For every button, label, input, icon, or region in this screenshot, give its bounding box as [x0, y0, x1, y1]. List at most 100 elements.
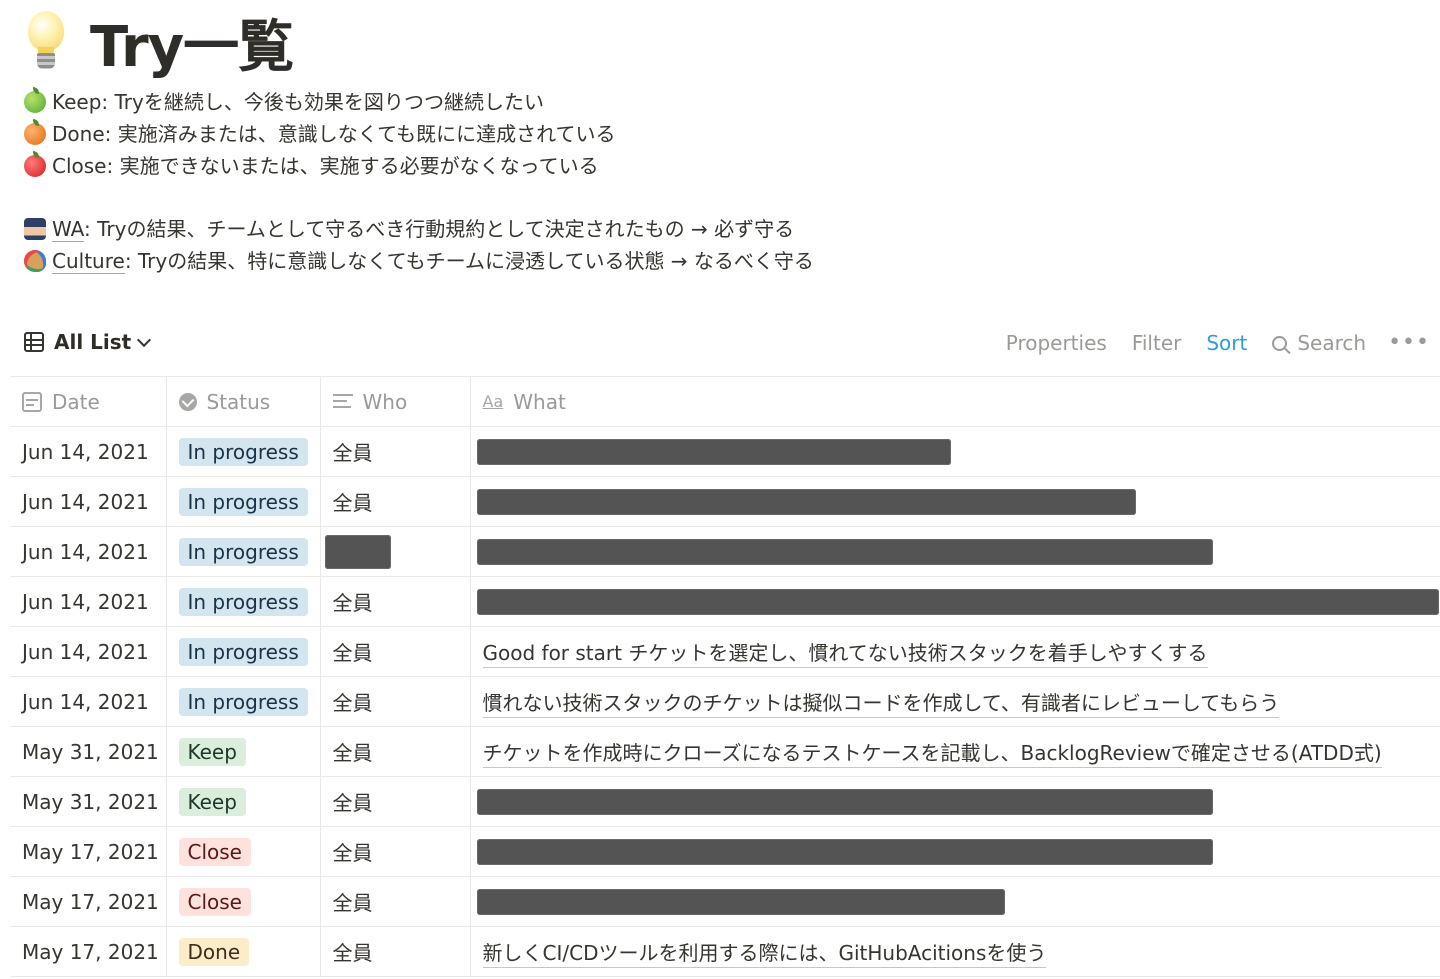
status-cell[interactable]: In progress — [165, 476, 320, 527]
status-cell[interactable]: In progress — [165, 626, 320, 677]
legend-done: Done: 実施済みまたは、意識しなくても既にに達成されている — [24, 118, 616, 150]
page-header: Try一覧 — [24, 6, 294, 80]
view-selector[interactable]: All List — [24, 330, 152, 354]
legend-done-text: Done: 実施済みまたは、意識しなくても既にに達成されている — [52, 122, 616, 146]
date-cell[interactable]: Jun 14, 2021 — [10, 526, 166, 577]
table-row[interactable]: May 31, 2021 Keep 全員 チケットを作成時にクローズになるテストケース… — [10, 726, 1440, 777]
date-cell[interactable]: May 17, 2021 — [10, 926, 166, 977]
status-badge: In progress — [178, 537, 308, 566]
status-badge: Keep — [178, 737, 246, 766]
what-cell[interactable] — [469, 576, 1440, 627]
date-cell[interactable]: Jun 14, 2021 — [10, 576, 166, 627]
column-header-what[interactable]: Aa What — [469, 376, 1440, 427]
tangerine-icon — [24, 119, 46, 145]
status-badge: In progress — [178, 437, 308, 466]
table-row[interactable]: May 31, 2021 Keep 全員 — [10, 776, 1440, 827]
status-badge: Keep — [178, 787, 246, 816]
status-cell[interactable]: Keep — [165, 726, 320, 777]
status-cell[interactable]: Close — [165, 876, 320, 927]
what-cell[interactable] — [469, 426, 1440, 477]
status-badge: In progress — [178, 637, 308, 666]
who-cell[interactable]: 全員 — [319, 726, 470, 777]
who-cell[interactable]: 全員 — [319, 626, 470, 677]
status-cell[interactable]: In progress — [165, 676, 320, 727]
status-cell[interactable]: In progress — [165, 576, 320, 627]
legend-close: Close: 実施できないまたは、実施する必要がなくなっている — [24, 150, 599, 182]
palette-icon — [24, 250, 46, 272]
who-cell[interactable]: 全員 — [319, 426, 470, 477]
wa-line: WA: Tryの結果、チームとして守るべき行動規約として決定されたもの → 必ず… — [24, 213, 794, 245]
status-cell[interactable]: Close — [165, 826, 320, 877]
what-text: 慣れない技術スタックのチケットは擬似コードを作成して、有識者にレビューしてもらう — [482, 691, 1280, 718]
status-badge: In progress — [178, 487, 308, 516]
date-cell[interactable]: May 17, 2021 — [10, 826, 166, 877]
date-cell[interactable]: May 31, 2021 — [10, 776, 166, 827]
page-title[interactable]: Try一覧 — [90, 2, 294, 83]
date-cell[interactable]: Jun 14, 2021 — [10, 676, 166, 727]
table-row[interactable]: May 17, 2021 Close 全員 — [10, 826, 1440, 877]
table-row[interactable]: Jun 14, 2021 In progress 全員 Good for start … — [10, 626, 1440, 677]
what-cell[interactable] — [469, 876, 1440, 927]
legend-keep: Keep: Tryを継続し、今後も効果を図りつつ継続したい — [24, 86, 544, 118]
table-row[interactable]: Jun 14, 2021 In progress 全員 慣れない技術スタックのチケット… — [10, 676, 1440, 727]
table-row[interactable]: Jun 14, 2021 In progress 全員 — [10, 426, 1440, 477]
column-label: What — [513, 389, 566, 414]
column-header-status[interactable]: Status — [165, 376, 320, 427]
what-cell[interactable]: Good for start チケットを選定し、慣れてない技術スタックを着手しや… — [469, 626, 1440, 677]
database-table: Date Status Who Aa What Jun 14, 2021 In pr… — [10, 376, 1440, 977]
police-officer-icon — [24, 218, 46, 240]
who-cell[interactable]: 全員 — [319, 876, 470, 927]
status-cell[interactable]: In progress — [165, 526, 320, 577]
who-cell[interactable]: 全員 — [319, 826, 470, 877]
date-cell[interactable]: Jun 14, 2021 — [10, 426, 166, 477]
what-text: Good for start チケットを選定し、慣れてない技術スタックを着手しや… — [482, 641, 1208, 668]
who-cell[interactable]: 全員 — [319, 676, 470, 727]
date-cell[interactable]: May 31, 2021 — [10, 726, 166, 777]
what-text: 新しくCI/CDツールを利用する際には、GitHubAcitionsを使う — [482, 941, 1047, 968]
filter-button[interactable]: Filter — [1132, 331, 1182, 355]
lightbulb-icon[interactable] — [24, 9, 68, 75]
status-badge: Close — [178, 887, 251, 916]
date-cell[interactable]: Jun 14, 2021 — [10, 626, 166, 677]
culture-link[interactable]: Culture — [52, 249, 125, 274]
table-row[interactable]: May 17, 2021 Done 全員 新しくCI/CDツールを利用する際には、Gi… — [10, 926, 1440, 977]
who-cell[interactable]: 全員 — [319, 576, 470, 627]
view-name: All List — [54, 330, 132, 354]
who-cell[interactable]: 全員 — [319, 926, 470, 977]
who-cell[interactable] — [319, 526, 470, 577]
search-button[interactable]: Search — [1272, 331, 1366, 355]
wa-link[interactable]: WA — [52, 217, 85, 242]
what-cell[interactable] — [469, 826, 1440, 877]
date-cell[interactable]: Jun 14, 2021 — [10, 476, 166, 527]
date-cell[interactable]: May 17, 2021 — [10, 876, 166, 927]
status-cell[interactable]: In progress — [165, 426, 320, 477]
column-header-date[interactable]: Date — [10, 376, 166, 427]
sort-button[interactable]: Sort — [1206, 331, 1247, 355]
redacted-block — [476, 438, 951, 465]
who-cell[interactable]: 全員 — [319, 476, 470, 527]
database-view-bar: All List Properties Filter Sort Search •… — [0, 322, 1440, 364]
what-cell[interactable] — [469, 776, 1440, 827]
column-header-who[interactable]: Who — [319, 376, 470, 427]
what-cell[interactable] — [469, 476, 1440, 527]
what-cell[interactable]: 新しくCI/CDツールを利用する際には、GitHubAcitionsを使う — [469, 926, 1440, 977]
what-cell[interactable]: 慣れない技術スタックのチケットは擬似コードを作成して、有識者にレビューしてもらう — [469, 676, 1440, 727]
table-row[interactable]: May 17, 2021 Close 全員 — [10, 876, 1440, 927]
column-label: Status — [206, 389, 271, 414]
what-cell[interactable] — [469, 526, 1440, 577]
table-row[interactable]: Jun 14, 2021 In progress 全員 — [10, 476, 1440, 527]
redacted-block — [476, 488, 1136, 515]
status-cell[interactable]: Done — [165, 926, 320, 977]
what-cell[interactable]: チケットを作成時にクローズになるテストケースを記載し、BacklogReview… — [469, 726, 1440, 777]
status-cell[interactable]: Keep — [165, 776, 320, 827]
status-badge: Close — [178, 837, 251, 866]
properties-button[interactable]: Properties — [1006, 331, 1107, 355]
chevron-down-icon — [137, 332, 152, 347]
table-row[interactable]: Jun 14, 2021 In progress 全員 — [10, 576, 1440, 627]
redacted-block — [476, 538, 1213, 565]
more-options-icon[interactable]: ••• — [1388, 330, 1430, 355]
redacted-block — [324, 534, 391, 569]
table-row[interactable]: Jun 14, 2021 In progress — [10, 526, 1440, 577]
who-cell[interactable]: 全員 — [319, 776, 470, 827]
view-actions: Properties Filter Sort Search ••• — [981, 330, 1430, 355]
